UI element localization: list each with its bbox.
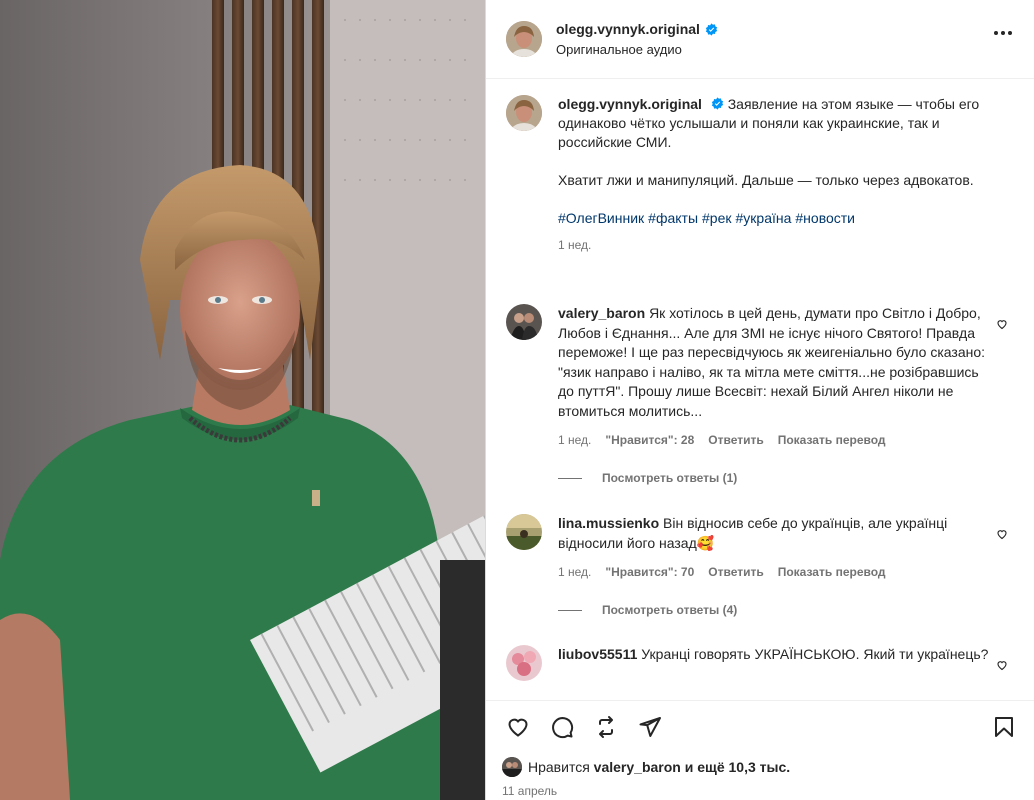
like-comment-heart-icon[interactable]: [996, 528, 1008, 540]
post-video[interactable]: [0, 0, 485, 800]
author-avatar[interactable]: [506, 21, 542, 57]
comment-username[interactable]: valery_baron: [558, 305, 645, 321]
commenter-avatar[interactable]: [506, 304, 542, 340]
comment-text: Як хотілось в цей день, думати про Світл…: [558, 305, 986, 419]
comment-time[interactable]: 1 нед.: [558, 565, 591, 579]
post-actions: Нравится valery_baron и ещё 10,3 тыс. 11…: [486, 700, 1034, 800]
author-username[interactable]: olegg.vynnyk.original: [556, 21, 700, 37]
comment-item: lina.mussienko Він відносив себе до укра…: [506, 514, 1016, 617]
view-replies-button[interactable]: Посмотреть ответы (1): [558, 471, 1016, 485]
post-date[interactable]: 11 апрель: [502, 784, 557, 798]
likes-count-link[interactable]: и ещё 10,3 тыс.: [685, 759, 790, 775]
share-paper-plane-icon[interactable]: [634, 711, 666, 743]
comment-time[interactable]: 1 нед.: [558, 433, 591, 447]
hashtag-link[interactable]: #рек: [702, 210, 731, 226]
repost-icon[interactable]: [590, 711, 622, 743]
caption-avatar[interactable]: [506, 95, 542, 131]
view-replies-button[interactable]: Посмотреть ответы (4): [558, 603, 1016, 617]
caption-hashtags: #ОлегВинник #факты #рек #україна #новости: [558, 209, 988, 228]
save-bookmark-icon[interactable]: [988, 711, 1020, 743]
hashtag-link[interactable]: #новости: [795, 210, 855, 226]
caption-text-2: Хватит лжи и манипуляций. Дальше — тольк…: [558, 172, 974, 188]
post-details-panel: olegg.vynnyk.original Оригинальное аудио: [485, 0, 1034, 800]
hashtag-link[interactable]: #ОлегВинник: [558, 210, 644, 226]
comment-username[interactable]: lina.mussienko: [558, 515, 659, 531]
likes-prefix: Нравится: [528, 759, 590, 775]
comment-username[interactable]: liubov55511: [558, 646, 637, 662]
likes-summary: Нравится valery_baron и ещё 10,3 тыс.: [502, 757, 790, 777]
translate-button[interactable]: Показать перевод: [778, 433, 886, 447]
comment-likes-count[interactable]: "Нравится": 70: [605, 565, 694, 579]
comments-scroll-area[interactable]: olegg.vynnyk.original Заявление на этом …: [486, 79, 1034, 700]
like-comment-heart-icon[interactable]: [996, 318, 1008, 330]
comment-text: Укранці говорять УКРАЇНСЬКОЮ. Який ти ук…: [641, 646, 989, 662]
comment-bubble-icon[interactable]: [546, 711, 578, 743]
verified-badge-icon: [711, 97, 723, 110]
post-caption: olegg.vynnyk.original Заявление на этом …: [506, 95, 1016, 255]
commenter-avatar[interactable]: [506, 514, 542, 550]
comment-item: valery_baron Як хотілось в цей день, дум…: [506, 304, 1016, 485]
video-frame-illustration: [0, 0, 485, 800]
post-header: olegg.vynnyk.original Оригинальное аудио: [486, 0, 1034, 79]
hashtag-link[interactable]: #факты: [648, 210, 698, 226]
audio-label[interactable]: Оригинальное аудио: [556, 42, 718, 57]
like-comment-heart-icon[interactable]: [996, 659, 1008, 671]
comment-likes-count[interactable]: "Нравится": 28: [605, 433, 694, 447]
caption-username[interactable]: olegg.vynnyk.original: [558, 96, 702, 112]
caption-time[interactable]: 1 нед.: [558, 236, 988, 255]
likes-user-link[interactable]: valery_baron: [594, 759, 681, 775]
commenter-avatar[interactable]: [506, 645, 542, 681]
reply-button[interactable]: Ответить: [708, 565, 763, 579]
replies-divider: [558, 477, 582, 479]
liker-avatar[interactable]: [502, 757, 522, 777]
translate-button[interactable]: Показать перевод: [778, 565, 886, 579]
view-replies-label: Посмотреть ответы (4): [602, 603, 738, 617]
view-replies-label: Посмотреть ответы (1): [602, 471, 738, 485]
like-heart-icon[interactable]: [502, 711, 534, 743]
hashtag-link[interactable]: #україна: [736, 210, 792, 226]
comment-item: liubov55511 Укранці говорять УКРАЇНСЬКОЮ…: [506, 645, 1016, 681]
reply-button[interactable]: Ответить: [708, 433, 763, 447]
more-options-icon[interactable]: [994, 31, 1012, 35]
verified-badge-icon: [705, 22, 718, 36]
replies-divider: [558, 609, 582, 611]
